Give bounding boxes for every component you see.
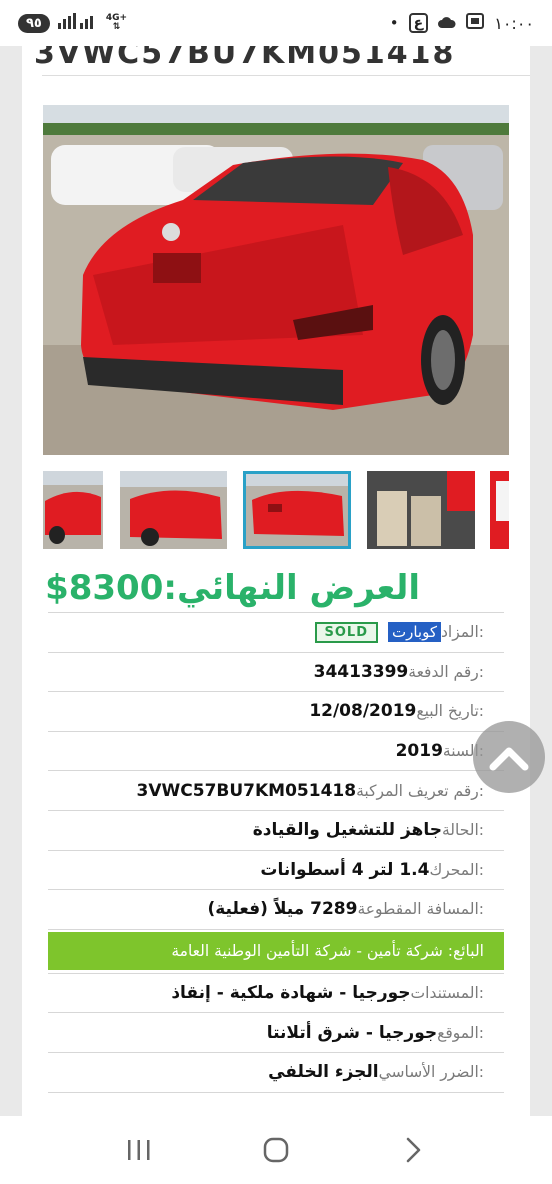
thumbnail-4[interactable]: [367, 471, 475, 549]
divider: [42, 75, 530, 76]
cloud-icon: [438, 14, 456, 32]
final-offer-value: $8300: [45, 568, 164, 608]
location-value: جورجيا - شرق أتلانتا: [266, 1022, 438, 1043]
condition-value: جاهز للتشغيل والقيادة: [252, 820, 442, 841]
auction-label: المزاد:: [441, 623, 484, 642]
status-left: ٩٥ 4G+ ⇅: [18, 13, 127, 33]
row-auction: SOLD كوبارت المزاد:: [48, 612, 504, 653]
details-table: SOLD كوبارت المزاد: 34413399 رقم الدفعة:…: [48, 612, 504, 1093]
thumbnail-2[interactable]: [120, 471, 227, 549]
thumbnail-1[interactable]: [43, 471, 103, 549]
lot-label: رقم الدفعة:: [408, 662, 484, 681]
damage-value: الجزء الخلفي: [268, 1062, 379, 1083]
row-damage: الجزء الخلفي الضرر الأساسي:: [48, 1051, 504, 1093]
condition-label: الحالة:: [441, 821, 484, 840]
row-odometer: 7289 ميلاً (فعلية) المسافة المقطوعة:: [48, 889, 504, 930]
network-label: 4G+: [105, 13, 128, 23]
status-bar: ٩٥ 4G+ ⇅ • ع ١٠:٠٠: [0, 0, 552, 46]
scroll-top-icon: [489, 747, 529, 771]
row-lot: 34413399 رقم الدفعة:: [48, 651, 504, 693]
thumbnail-strip: [43, 471, 509, 551]
signal-icon: [57, 13, 98, 33]
row-seller: البائع: شركة تأمين - شركة التأمين الوطني…: [48, 931, 504, 970]
row-year: 2019 السنة:: [48, 730, 504, 772]
dot-icon: •: [389, 14, 399, 32]
year-value: 2019: [395, 741, 443, 762]
auction-value[interactable]: كوبارت: [388, 622, 441, 643]
screenshot-icon: [466, 13, 485, 33]
web-page: 3VWC57BU7KM051418 العرض النهائي:$8300 SO…: [0, 46, 552, 1116]
row-documents: جورجيا - شهادة ملكية - إنقاذ المستندات:: [48, 972, 504, 1014]
row-sale-date: 12/08/2019 تاريخ البيع:: [48, 691, 504, 732]
documents-label: المستندات:: [410, 984, 484, 1003]
back-icon: [407, 1137, 421, 1163]
home-icon: [263, 1137, 289, 1163]
engine-value: 1.4 لتر 4 أسطوانات: [260, 859, 430, 880]
network-type: 4G+ ⇅: [105, 13, 128, 32]
status-right: • ع ١٠:٠٠: [390, 13, 534, 33]
sale-date-label: تاريخ البيع:: [416, 702, 484, 721]
odometer-value: 7289 ميلاً (فعلية): [207, 899, 358, 920]
thumbnail-3-active[interactable]: [243, 471, 351, 549]
scroll-top-button[interactable]: [473, 721, 545, 793]
seller-text: البائع: شركة تأمين - شركة التأمين الوطني…: [171, 941, 484, 960]
recents-icon: [127, 1140, 150, 1160]
final-offer-label: العرض النهائي:: [163, 568, 420, 608]
home-button[interactable]: [246, 1130, 306, 1170]
car-illustration: [43, 105, 509, 455]
lot-value: 34413399: [313, 661, 409, 682]
final-offer: العرض النهائي:$8300: [45, 568, 420, 608]
recents-button[interactable]: [109, 1130, 169, 1170]
documents-value: جورجيا - شهادة ملكية - إنقاذ: [171, 983, 411, 1004]
vin-title: 3VWC57BU7KM051418: [34, 46, 456, 71]
vin-label: رقم تعريف المركبة:: [356, 781, 484, 800]
system-nav-bar: [0, 1116, 552, 1184]
vin-value: 3VWC57BU7KM051418: [136, 780, 357, 801]
back-button[interactable]: [383, 1130, 443, 1170]
thumbnail-5[interactable]: [490, 471, 509, 549]
main-car-photo[interactable]: [43, 105, 509, 455]
battery-indicator: ٩٥: [18, 13, 50, 33]
damage-label: الضرر الأساسي:: [378, 1063, 484, 1082]
odometer-label: المسافة المقطوعة:: [357, 900, 484, 919]
clock: ١٠:٠٠: [494, 13, 534, 33]
row-vin: 3VWC57BU7KM051418 رقم تعريف المركبة:: [48, 770, 504, 811]
sold-badge: SOLD: [314, 621, 378, 643]
location-label: الموقع:: [437, 1023, 484, 1042]
sale-date-value: 12/08/2019: [309, 701, 417, 722]
app-letter-icon: ع: [408, 13, 429, 33]
row-condition: جاهز للتشغيل والقيادة الحالة:: [48, 809, 504, 851]
row-engine: 1.4 لتر 4 أسطوانات المحرك:: [48, 849, 504, 891]
engine-label: المحرك:: [429, 860, 484, 879]
row-location: جورجيا - شرق أتلانتا الموقع:: [48, 1012, 504, 1053]
